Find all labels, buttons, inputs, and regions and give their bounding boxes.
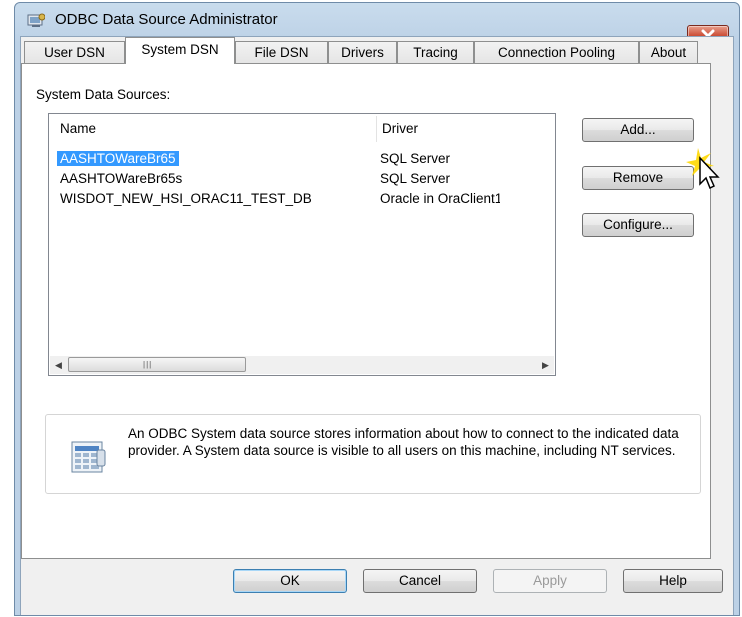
configure-button[interactable]: Configure...	[582, 213, 694, 237]
tab-connection-pooling[interactable]: Connection Pooling	[474, 41, 639, 63]
column-header-driver[interactable]: Driver	[382, 121, 418, 136]
row-name: AASHTOWareBr65s	[60, 171, 183, 186]
data-source-info-icon	[69, 436, 109, 479]
grip-icon: |||	[143, 360, 153, 369]
ok-button[interactable]: OK	[233, 569, 347, 593]
list-row-aashtowarebr65[interactable]: AASHTOWareBr65 SQL Server	[49, 150, 555, 169]
scroll-right-icon[interactable]: ▶	[537, 356, 554, 374]
tab-tracing[interactable]: Tracing	[397, 41, 474, 63]
column-header-name[interactable]: Name	[60, 121, 96, 136]
info-box: An ODBC System data source stores inform…	[45, 414, 701, 494]
info-description: An ODBC System data source stores inform…	[128, 426, 679, 458]
tab-about[interactable]: About	[639, 41, 698, 63]
help-button[interactable]: Help	[623, 569, 723, 593]
row-driver: SQL Server	[380, 151, 451, 166]
mouse-pointer-icon	[686, 148, 728, 203]
title-bar[interactable]: ODBC Data Source Administrator	[15, 3, 739, 37]
odbc-app-icon	[27, 13, 46, 29]
tab-drivers[interactable]: Drivers	[328, 41, 397, 63]
system-dsn-panel: System Data Sources: Name Driver AASHTOW…	[21, 63, 711, 559]
scroll-left-icon[interactable]: ◀	[50, 356, 67, 374]
tab-file-dsn[interactable]: File DSN	[235, 41, 328, 63]
row-name: AASHTOWareBr65	[57, 151, 179, 166]
window-title: ODBC Data Source Administrator	[55, 11, 278, 28]
list-row-wisdot-new-hsi-orac11-test-db[interactable]: WISDOT_NEW_HSI_ORAC11_TEST_DB Oracle in …	[49, 190, 555, 209]
tab-user-dsn[interactable]: User DSN	[24, 41, 125, 63]
data-sources-list[interactable]: Name Driver AASHTOWareBr65 SQL Server AA…	[48, 113, 556, 376]
row-driver: Oracle in OraClient11g_home1	[380, 191, 500, 206]
system-data-sources-label: System Data Sources:	[36, 87, 171, 102]
scroll-thumb[interactable]: |||	[68, 357, 246, 372]
list-row-aashtowarebr65s[interactable]: AASHTOWareBr65s SQL Server	[49, 170, 555, 189]
list-header: Name Driver	[49, 114, 555, 144]
row-name: WISDOT_NEW_HSI_ORAC11_TEST_DB	[60, 191, 312, 206]
row-driver: SQL Server	[380, 171, 451, 186]
column-divider[interactable]	[376, 116, 377, 142]
tab-system-dsn[interactable]: System DSN	[125, 37, 235, 64]
remove-button[interactable]: Remove	[582, 166, 694, 190]
apply-button[interactable]: Apply	[493, 569, 607, 593]
cancel-button[interactable]: Cancel	[363, 569, 477, 593]
horizontal-scrollbar[interactable]: ◀ ||| ▶	[50, 356, 554, 374]
add-button[interactable]: Add...	[582, 118, 694, 142]
dialog-client: User DSN System DSN File DSN Drivers Tra…	[20, 36, 734, 615]
